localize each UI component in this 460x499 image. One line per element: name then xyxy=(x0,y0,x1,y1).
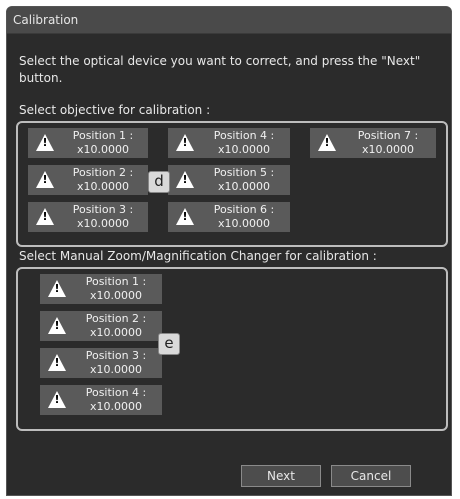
warning-icon: ! xyxy=(176,171,194,188)
position-name: Position 3 : xyxy=(85,349,147,362)
cancel-button[interactable]: Cancel xyxy=(331,465,411,487)
position-name: Position 3 : xyxy=(72,203,134,216)
warning-icon: ! xyxy=(48,280,66,297)
objective-position-5-button[interactable]: ! Position 5 : x10.0000 xyxy=(168,165,290,195)
warning-icon: ! xyxy=(36,208,54,225)
calibration-dialog: Calibration Select the optical device yo… xyxy=(6,6,452,496)
objective-position-1-button[interactable]: ! Position 1 : x10.0000 xyxy=(28,128,148,158)
instruction-text: Select the optical device you want to co… xyxy=(19,54,421,85)
position-value: x10.0000 xyxy=(77,143,129,156)
position-value: x10.0000 xyxy=(90,400,142,413)
objective-position-6-button[interactable]: ! Position 6 : x10.0000 xyxy=(168,202,290,232)
zoom-position-1-button[interactable]: ! Position 1 : x10.0000 xyxy=(40,274,162,304)
objective-position-3-button[interactable]: ! Position 3 : x10.0000 xyxy=(28,202,148,232)
position-name: Position 4 : xyxy=(85,386,147,399)
position-value: x10.0000 xyxy=(77,217,129,230)
warning-icon: ! xyxy=(36,171,54,188)
warning-icon: ! xyxy=(318,134,336,151)
zoom-group: ! Position 1 : x10.0000 ! Position 2 : x10… xyxy=(16,267,448,431)
zoom-position-3-button[interactable]: ! Position 3 : x10.0000 xyxy=(40,348,162,378)
position-name: Position 5 : xyxy=(213,166,275,179)
objective-label: Select objective for calibration : xyxy=(19,103,211,117)
position-name: Position 4 : xyxy=(213,129,275,142)
position-value: x10.0000 xyxy=(218,180,270,193)
position-value: x10.0000 xyxy=(218,217,270,230)
position-name: Position 2 : xyxy=(85,312,147,325)
position-name: Position 6 : xyxy=(213,203,275,216)
next-button[interactable]: Next xyxy=(241,465,321,487)
dialog-title: Calibration xyxy=(7,7,451,34)
position-value: x10.0000 xyxy=(90,326,142,339)
zoom-position-4-button[interactable]: ! Position 4 : x10.0000 xyxy=(40,385,162,415)
warning-icon: ! xyxy=(176,134,194,151)
warning-icon: ! xyxy=(48,391,66,408)
position-value: x10.0000 xyxy=(362,143,414,156)
position-value: x10.0000 xyxy=(90,363,142,376)
position-name: Position 2 : xyxy=(72,166,134,179)
zoom-position-2-button[interactable]: ! Position 2 : x10.0000 xyxy=(40,311,162,341)
position-value: x10.0000 xyxy=(77,180,129,193)
zoom-label: Select Manual Zoom/Magnification Changer… xyxy=(19,249,377,263)
position-name: Position 1 : xyxy=(72,129,134,142)
warning-icon: ! xyxy=(176,208,194,225)
objective-position-4-button[interactable]: ! Position 4 : x10.0000 xyxy=(168,128,290,158)
callout-e: e xyxy=(158,333,180,355)
warning-icon: ! xyxy=(36,134,54,151)
position-value: x10.0000 xyxy=(218,143,270,156)
warning-icon: ! xyxy=(48,354,66,371)
position-name: Position 7 : xyxy=(357,129,419,142)
callout-d: d xyxy=(148,171,170,193)
dialog-content: Select the optical device you want to co… xyxy=(7,33,451,495)
objective-group: ! Position 1 : x10.0000 ! Position 2 : x10… xyxy=(16,121,448,247)
position-value: x10.0000 xyxy=(90,289,142,302)
objective-position-2-button[interactable]: ! Position 2 : x10.0000 xyxy=(28,165,148,195)
position-name: Position 1 : xyxy=(85,275,147,288)
objective-position-7-button[interactable]: ! Position 7 : x10.0000 xyxy=(310,128,436,158)
warning-icon: ! xyxy=(48,317,66,334)
